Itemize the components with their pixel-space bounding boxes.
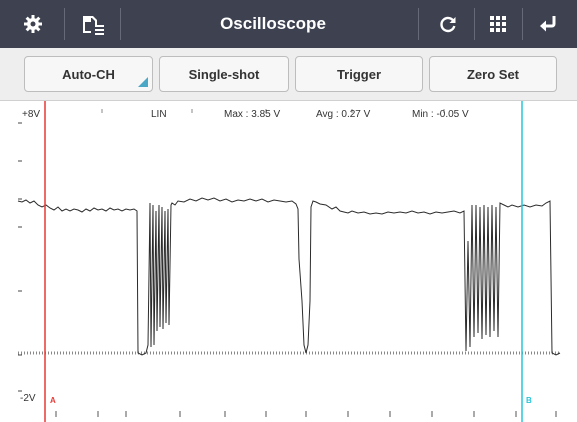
button-bar: Auto-CH Single-shot Trigger Zero Set (0, 48, 577, 101)
gear-icon (24, 15, 42, 33)
refresh-button[interactable] (426, 0, 470, 48)
channel-label: LIN (151, 109, 167, 120)
zero-set-label: Zero Set (466, 66, 519, 82)
auto-ch-label: Auto-CH (62, 66, 115, 82)
trigger-label: Trigger (336, 66, 382, 82)
grid-button[interactable] (478, 0, 518, 48)
grid-icon (490, 16, 506, 32)
save-icon (83, 16, 104, 35)
toolbar: Oscilloscope (0, 0, 577, 48)
trigger-button[interactable]: Trigger (295, 56, 423, 92)
min-readout: Min : -0.05 V (412, 109, 469, 120)
cursor-b-label[interactable]: B (526, 396, 532, 405)
cursor-a-label[interactable]: A (50, 396, 56, 405)
auto-ch-button[interactable]: Auto-CH (24, 56, 153, 92)
refresh-icon (440, 16, 456, 33)
page-title: Oscilloscope (220, 14, 326, 33)
return-icon (540, 16, 556, 32)
scope-display[interactable]: +8V LIN Max : 3.85 V Avg : 0.27 V Min : … (0, 101, 577, 422)
dropdown-corner-icon (138, 77, 148, 87)
save-button[interactable] (74, 0, 112, 48)
single-shot-label: Single-shot (188, 66, 260, 82)
return-button[interactable] (528, 0, 568, 48)
single-shot-button[interactable]: Single-shot (159, 56, 289, 92)
y-min-label: -2V (20, 393, 36, 404)
settings-button[interactable] (16, 0, 50, 48)
avg-readout: Avg : 0.27 V (316, 109, 371, 120)
zero-set-button[interactable]: Zero Set (429, 56, 557, 92)
y-max-label: +8V (22, 109, 41, 120)
max-readout: Max : 3.85 V (224, 109, 281, 120)
scope-grid (17, 101, 561, 422)
lin-waveform (17, 197, 561, 356)
